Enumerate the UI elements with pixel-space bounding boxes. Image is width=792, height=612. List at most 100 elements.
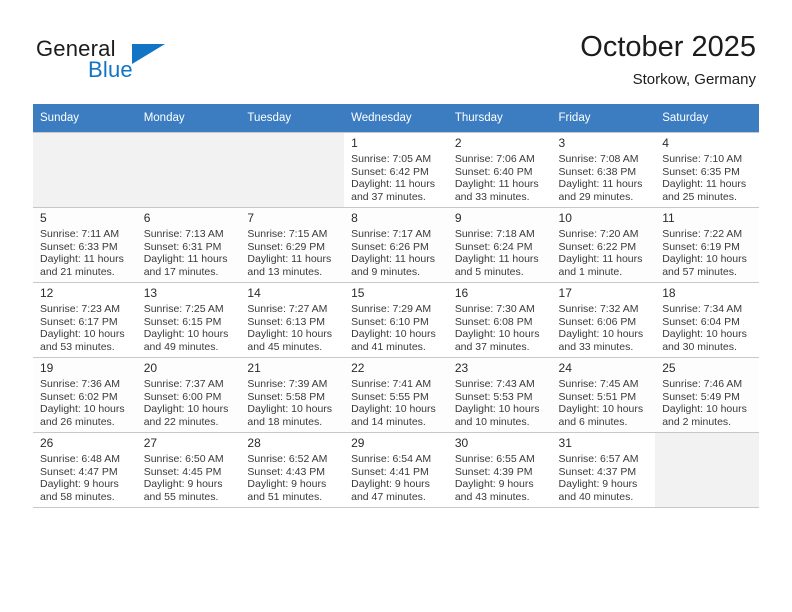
calendar-day-cell[interactable]: 31 Sunrise: 6:57 AM Sunset: 4:37 PM Dayligh… [551,432,656,508]
calendar-day-cell[interactable]: 16 Sunrise: 7:30 AM Sunset: 6:08 PM Dayligh… [447,282,552,358]
day-sunset-text: Sunset: 6:17 PM [40,315,118,328]
calendar-day-cell[interactable]: 17 Sunrise: 7:32 AM Sunset: 6:06 PM Dayligh… [551,282,656,358]
day-daylight-line2-text: and 10 minutes. [454,415,530,428]
day-number: 31 [558,436,572,450]
day-daylight-line1-text: Daylight: 10 hours [247,403,333,416]
day-daylight-line2-text: and 2 minutes. [662,415,732,428]
day-daylight-line2-text: and 33 minutes. [454,190,530,203]
day-sun-info: Sunrise: 6:52 AM Sunset: 4:43 PM Daylight:… [247,453,338,503]
day-daylight-line1-text: Daylight: 11 hours [558,178,643,191]
day-sunrise-text: Sunrise: 7:11 AM [40,228,120,240]
day-daylight-line2-text: and 18 minutes. [247,415,323,428]
calendar-day-cell[interactable]: 22 Sunrise: 7:41 AM Sunset: 5:55 PM Dayligh… [344,357,448,433]
day-daylight-line1-text: Daylight: 10 hours [454,403,540,416]
month-calendar: Sunday Monday Tuesday Wednesday Thursday… [33,104,759,508]
day-number: 2 [454,136,462,150]
day-sunset-text: Sunset: 6:24 PM [454,240,533,253]
day-daylight-line1-text: Daylight: 10 hours [247,328,333,341]
day-sunrise-text: Sunrise: 6:48 AM [40,453,120,465]
day-sunrise-text: Sunrise: 7:39 AM [247,378,328,390]
day-sun-info: Sunrise: 7:34 AM Sunset: 6:04 PM Daylight:… [662,303,753,353]
day-number: 30 [454,436,469,450]
day-sunset-text: Sunset: 5:55 PM [351,390,429,403]
day-sunrise-text: Sunrise: 6:54 AM [351,453,432,465]
day-sunrise-text: Sunrise: 7:32 AM [558,303,639,315]
calendar-day-cell[interactable]: 15 Sunrise: 7:29 AM Sunset: 6:10 PM Dayligh… [344,282,448,358]
calendar-day-cell[interactable]: 19 Sunrise: 7:36 AM Sunset: 6:02 PM Dayligh… [33,357,137,433]
day-daylight-line1-text: Daylight: 11 hours [143,253,228,266]
day-sunset-text: Sunset: 4:37 PM [558,465,637,478]
day-daylight-line2-text: and 51 minutes. [247,490,323,503]
day-daylight-line1-text: Daylight: 9 hours [351,478,430,491]
calendar-day-cell[interactable]: 28 Sunrise: 6:52 AM Sunset: 4:43 PM Dayligh… [240,432,345,508]
calendar-day-cell[interactable]: 5 Sunrise: 7:11 AM Sunset: 6:33 PM Daylight… [33,207,137,283]
day-number: 5 [40,211,47,225]
calendar-day-cell-empty [136,132,241,208]
day-sunset-text: Sunset: 5:51 PM [558,390,637,403]
day-daylight-line1-text: Daylight: 10 hours [558,403,644,416]
day-sunset-text: Sunset: 6:02 PM [40,390,118,403]
day-sunrise-text: Sunrise: 6:55 AM [454,453,535,465]
day-number: 17 [558,286,572,300]
day-daylight-line1-text: Daylight: 10 hours [454,328,540,341]
calendar-day-cell[interactable]: 6 Sunrise: 7:13 AM Sunset: 6:31 PM Daylight… [136,207,241,283]
calendar-day-cell[interactable]: 2 Sunrise: 7:06 AM Sunset: 6:40 PM Daylight… [447,132,552,208]
day-sunrise-text: Sunrise: 7:25 AM [143,303,224,315]
day-daylight-line1-text: Daylight: 11 hours [40,253,124,266]
day-sun-info: Sunrise: 7:30 AM Sunset: 6:08 PM Daylight:… [455,303,546,353]
day-daylight-line1-text: Daylight: 10 hours [143,403,229,416]
calendar-day-cell-empty [33,132,137,208]
calendar-day-cell[interactable]: 12 Sunrise: 7:23 AM Sunset: 6:17 PM Dayligh… [33,282,137,358]
generalblue-logo[interactable]: General Blue [36,36,216,88]
calendar-week-row: 12 Sunrise: 7:23 AM Sunset: 6:17 PM Dayligh… [33,282,759,358]
day-sunset-text: Sunset: 4:47 PM [40,465,118,478]
calendar-day-cell[interactable]: 29 Sunrise: 6:54 AM Sunset: 4:41 PM Dayligh… [344,432,448,508]
day-number: 27 [143,436,158,450]
day-sun-info: Sunrise: 7:39 AM Sunset: 5:58 PM Daylight:… [247,378,338,428]
day-sunrise-text: Sunrise: 7:43 AM [454,378,535,390]
calendar-day-cell[interactable]: 3 Sunrise: 7:08 AM Sunset: 6:38 PM Daylight… [551,132,656,208]
day-number: 19 [40,361,54,375]
calendar-day-cell[interactable]: 27 Sunrise: 6:50 AM Sunset: 4:45 PM Dayligh… [136,432,241,508]
day-sunrise-text: Sunrise: 7:08 AM [558,153,639,165]
day-daylight-line1-text: Daylight: 9 hours [143,478,223,491]
day-sun-info: Sunrise: 6:55 AM Sunset: 4:39 PM Daylight:… [455,453,546,503]
day-sun-info: Sunrise: 7:43 AM Sunset: 5:53 PM Daylight:… [455,378,546,428]
day-number: 20 [143,361,158,375]
day-sunset-text: Sunset: 6:06 PM [558,315,637,328]
day-number: 4 [662,136,669,150]
calendar-day-cell[interactable]: 10 Sunrise: 7:20 AM Sunset: 6:22 PM Dayligh… [551,207,656,283]
day-daylight-line1-text: Daylight: 10 hours [40,328,125,341]
day-sunrise-text: Sunrise: 7:27 AM [247,303,328,315]
calendar-day-cell[interactable]: 26 Sunrise: 6:48 AM Sunset: 4:47 PM Dayligh… [33,432,137,508]
calendar-day-cell[interactable]: 21 Sunrise: 7:39 AM Sunset: 5:58 PM Dayligh… [240,357,345,433]
calendar-day-cell[interactable]: 30 Sunrise: 6:55 AM Sunset: 4:39 PM Dayligh… [447,432,552,508]
calendar-day-cell[interactable]: 24 Sunrise: 7:45 AM Sunset: 5:51 PM Dayligh… [551,357,656,433]
day-daylight-line2-text: and 13 minutes. [247,265,323,278]
day-number: 7 [247,211,255,225]
day-number: 21 [247,361,261,375]
calendar-day-cell[interactable]: 23 Sunrise: 7:43 AM Sunset: 5:53 PM Dayligh… [447,357,552,433]
calendar-day-cell[interactable]: 20 Sunrise: 7:37 AM Sunset: 6:00 PM Dayligh… [136,357,241,433]
day-number: 11 [662,211,675,225]
day-sunset-text: Sunset: 6:00 PM [143,390,222,403]
weekday-header-friday: Friday [551,104,656,133]
calendar-week-row: 5 Sunrise: 7:11 AM Sunset: 6:33 PM Daylight… [33,207,759,283]
calendar-day-cell[interactable]: 25 Sunrise: 7:46 AM Sunset: 5:49 PM Dayligh… [655,357,759,433]
calendar-day-cell[interactable]: 11 Sunrise: 7:22 AM Sunset: 6:19 PM Dayligh… [655,207,759,283]
calendar-day-cell[interactable]: 9 Sunrise: 7:18 AM Sunset: 6:24 PM Daylight… [447,207,552,283]
day-sunrise-text: Sunrise: 7:18 AM [454,228,535,240]
calendar-day-cell[interactable]: 7 Sunrise: 7:15 AM Sunset: 6:29 PM Daylight… [240,207,345,283]
day-sunrise-text: Sunrise: 6:57 AM [558,453,639,465]
calendar-day-cell[interactable]: 4 Sunrise: 7:10 AM Sunset: 6:35 PM Daylight… [655,132,759,208]
calendar-day-cell[interactable]: 1 Sunrise: 7:05 AM Sunset: 6:42 PM Daylight… [344,132,448,208]
calendar-day-cell[interactable]: 8 Sunrise: 7:17 AM Sunset: 6:26 PM Daylight… [344,207,448,283]
day-daylight-line2-text: and 1 minute. [558,265,623,278]
day-sunset-text: Sunset: 6:04 PM [662,315,740,328]
calendar-day-cell[interactable]: 18 Sunrise: 7:34 AM Sunset: 6:04 PM Dayligh… [655,282,759,358]
day-number: 14 [247,286,261,300]
day-sunset-text: Sunset: 6:35 PM [662,165,740,178]
day-number: 29 [351,436,365,450]
calendar-day-cell[interactable]: 14 Sunrise: 7:27 AM Sunset: 6:13 PM Dayligh… [240,282,345,358]
calendar-day-cell[interactable]: 13 Sunrise: 7:25 AM Sunset: 6:15 PM Dayligh… [136,282,241,358]
